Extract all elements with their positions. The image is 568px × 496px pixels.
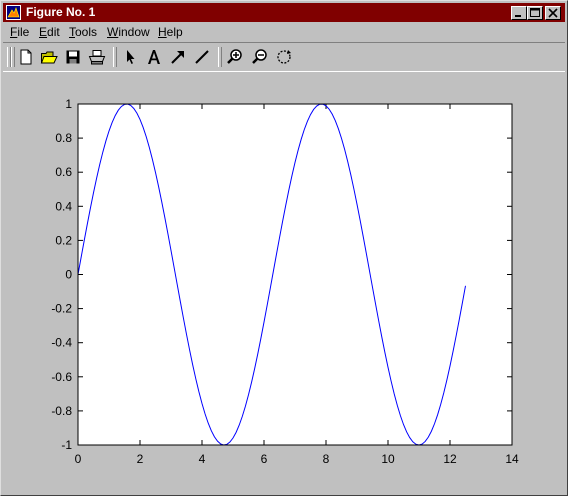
zoom-in-button[interactable] [226,48,244,66]
menu-file-rest: ile [17,25,30,39]
menu-help[interactable]: Help [158,25,183,39]
x-tick-label: 4 [199,452,206,466]
window-title: Figure No. 1 [26,5,96,19]
close-button[interactable] [545,6,561,20]
figure-canvas[interactable]: 0 2 4 6 8 10 12 14 -1 -0.8 -0.6 -0.4 -0.2 0 0.2 0.4 0.6… [3,73,565,493]
save-button[interactable] [64,48,82,66]
figure-toolbar [3,42,565,72]
x-tick-label: 2 [137,452,144,466]
figure-window: Figure No. 1 File Edit Tools Window Help… [0,0,568,496]
menu-help-rest: elp [166,25,183,39]
x-tick-label: 0 [75,452,82,466]
print-icon [88,50,106,65]
close-icon [548,8,558,18]
print-button[interactable] [88,48,106,66]
menu-tools-rest: ools [75,25,98,39]
menu-window-mnemonic: W [107,25,119,39]
insert-line-button[interactable] [193,48,211,66]
save-icon [66,50,80,64]
y-tick-label: 0 [65,268,72,282]
y-tick-label: 0.2 [55,233,72,247]
toolbar-separator [113,47,117,67]
axes-background[interactable] [78,104,512,445]
select-arrow-icon [127,50,135,64]
insert-text-button[interactable] [145,48,163,66]
y-tick-label: -0.2 [51,302,72,316]
insert-text-icon [148,50,160,64]
edit-plot-button[interactable] [121,48,139,66]
insert-line-icon [195,50,209,64]
toolbar-grip-2[interactable] [11,47,15,67]
minimize-button[interactable] [511,6,527,20]
matlab-app-icon [6,5,21,20]
y-tick-label: -1 [61,438,72,452]
menu-edit[interactable]: Edit [39,25,60,39]
rotate-3d-icon [277,50,291,64]
zoom-out-icon [252,49,267,64]
y-tick-label: -0.8 [51,404,72,418]
open-folder-icon [40,51,58,64]
maximize-button[interactable] [527,6,543,20]
x-tick-label: 10 [381,452,395,466]
y-tick-label: 0.6 [55,165,72,179]
maximize-icon [530,8,540,17]
x-tick-label: 14 [505,452,519,466]
y-tick-label: -0.6 [51,370,72,384]
menu-file[interactable]: File [10,25,29,39]
y-tick-label: 1 [65,97,72,111]
y-tick-label: 0.8 [55,131,72,145]
insert-arrow-button[interactable] [169,48,187,66]
title-bar[interactable]: Figure No. 1 [3,3,565,22]
zoom-in-icon [227,49,242,64]
menu-bar: File Edit Tools Window Help [3,23,565,41]
menu-edit-mnemonic: E [39,25,48,39]
toolbar-separator-2 [218,47,222,67]
insert-arrow-icon [171,51,184,64]
menu-tools[interactable]: Tools [69,25,97,39]
rotate-3d-button[interactable] [275,48,293,66]
menu-help-mnemonic: H [158,25,167,39]
zoom-out-button[interactable] [251,48,269,66]
x-tick-label: 8 [323,452,330,466]
open-file-button[interactable] [40,48,58,66]
x-tick-label: 6 [261,452,268,466]
menu-edit-rest: dit [47,25,60,39]
plot-svg[interactable]: 0 2 4 6 8 10 12 14 -1 -0.8 -0.6 -0.4 -0.2 0 0.2 0.4 0.6… [3,73,565,493]
x-tick-labels: 0 2 4 6 8 10 12 14 [75,452,519,466]
y-tick-label: 0.4 [55,199,72,213]
new-figure-button[interactable] [17,48,35,66]
x-tick-label: 12 [443,452,457,466]
menu-window-rest: indow [118,25,150,39]
y-tick-labels: -1 -0.8 -0.6 -0.4 -0.2 0 0.2 0.4 0.6 0.8 1 [51,97,72,452]
menu-window[interactable]: Window [107,25,150,39]
y-tick-label: -0.4 [51,336,72,350]
new-file-icon [20,49,32,65]
minimize-icon [515,15,521,17]
